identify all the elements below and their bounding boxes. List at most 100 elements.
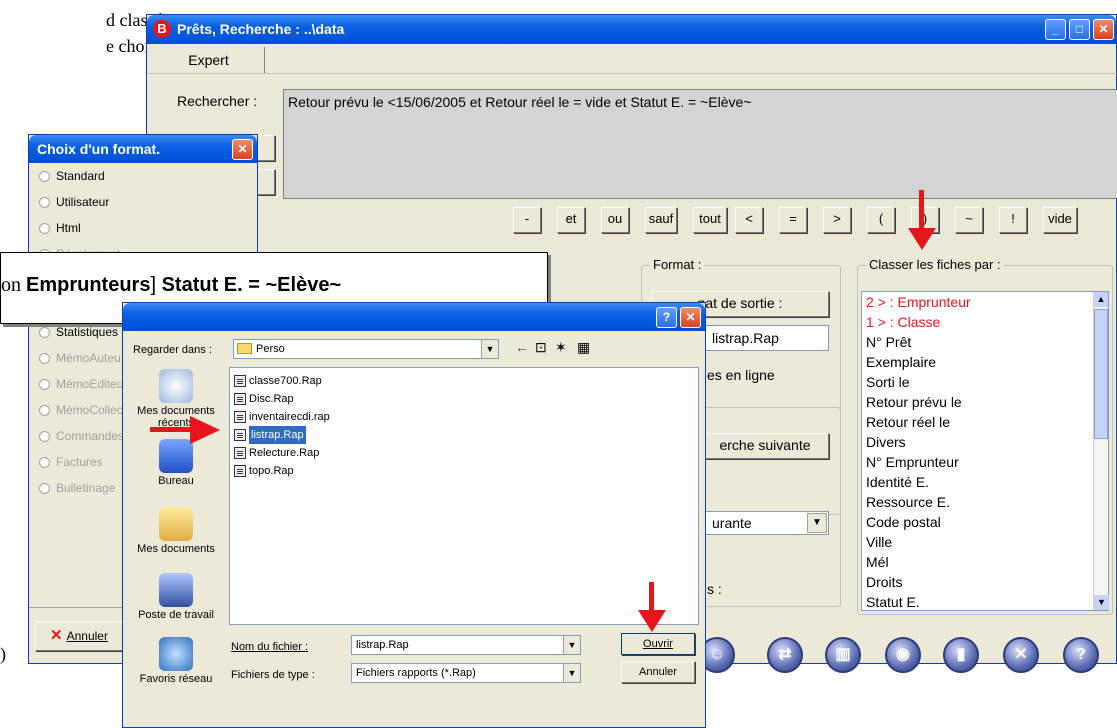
chevron-down-icon[interactable]: ▼ <box>807 513 827 533</box>
file-list[interactable]: classe700.Rap Disc.Rap inventairecdi.rap li… <box>229 367 699 625</box>
operator-button-12[interactable]: vide <box>1043 207 1077 233</box>
format-option-11[interactable]: Factures <box>39 451 103 473</box>
sort-list-item[interactable]: Exemplaire <box>862 352 1108 372</box>
format-option-8[interactable]: MémoEditeu <box>39 373 123 395</box>
file-list-item[interactable]: Disc.Rap <box>230 390 698 408</box>
operator-bar: - et ou sauf tout < = >() ~! vide <box>513 207 1117 235</box>
look-in-chevron-icon[interactable]: ▼ <box>481 340 498 358</box>
sort-scrollbar[interactable]: ▲ ▼ <box>1093 292 1109 610</box>
radio-icon[interactable] <box>39 326 50 338</box>
format-option-2[interactable]: Html <box>39 217 81 239</box>
sort-list-item[interactable]: Droits <box>862 572 1108 592</box>
operator-button-1[interactable]: et <box>557 207 585 233</box>
file-list-item[interactable]: classe700.Rap <box>230 372 698 390</box>
operator-button-2[interactable]: ou <box>601 207 629 233</box>
format-option-7[interactable]: MémoAuteu <box>39 347 121 369</box>
radio-icon[interactable] <box>39 196 50 208</box>
file-list-item[interactable]: listrap.Rap <box>230 426 698 444</box>
open-dialog-titlebar[interactable]: ? ✕ <box>123 303 705 331</box>
format-cancel-button[interactable]: ✕ Annuler <box>35 621 123 651</box>
format-option-1[interactable]: Utilisateur <box>39 191 109 213</box>
sort-list-item[interactable]: Ville <box>862 532 1108 552</box>
filetype-chevron-icon[interactable]: ▼ <box>563 664 580 682</box>
sort-list-item[interactable]: 1 > : Classe <box>862 312 1108 332</box>
sort-listbox[interactable]: 2 > : Emprunteur 1 > : Classe N° Prêt Exemp… <box>861 291 1109 611</box>
back-icon[interactable]: ← <box>515 339 529 355</box>
open-dialog-close-icon[interactable]: ✕ <box>680 307 701 328</box>
sort-list-item[interactable]: N° Prêt <box>862 332 1108 352</box>
file-list-item[interactable]: inventairecdi.rap <box>230 408 698 426</box>
radio-icon[interactable] <box>39 352 50 364</box>
scroll-thumb[interactable] <box>1094 309 1108 439</box>
look-in-select[interactable]: Perso ▼ <box>233 339 499 359</box>
format-option-label: Bulletinage <box>56 481 116 495</box>
scroll-down-icon[interactable]: ▼ <box>1094 595 1109 610</box>
view-menu-icon[interactable]: ▦ <box>577 339 590 356</box>
operator-button-5[interactable]: < <box>735 207 763 233</box>
main-window-titlebar[interactable]: B Prêts, Recherche : ..\data _ □ ✕ <box>147 15 1116 44</box>
file-list-item[interactable]: topo.Rap <box>230 462 698 480</box>
radio-icon[interactable] <box>39 222 50 234</box>
toolbar-trash-icon[interactable]: ▥ <box>825 637 861 673</box>
filename-chevron-icon[interactable]: ▼ <box>563 636 580 654</box>
operator-button-10[interactable]: ~ <box>955 207 983 233</box>
place-network[interactable]: Favoris réseau <box>133 637 219 685</box>
sort-list-item[interactable]: Code postal <box>862 512 1108 532</box>
format-option-6[interactable]: Statistiques <box>39 321 118 343</box>
sort-list-item[interactable]: Ressource E. <box>862 492 1108 512</box>
radio-icon[interactable] <box>39 482 50 494</box>
radio-icon[interactable] <box>39 378 50 390</box>
place-desktop[interactable]: Bureau <box>133 439 219 487</box>
operator-button-4[interactable]: tout <box>693 207 727 233</box>
toolbar-swap-icon[interactable]: ⇄ <box>767 637 803 673</box>
radio-icon[interactable] <box>39 430 50 442</box>
radio-icon[interactable] <box>39 404 50 416</box>
sort-list-item[interactable]: Divers <box>862 432 1108 452</box>
minimize-icon[interactable]: _ <box>1045 19 1066 40</box>
up-folder-icon[interactable]: ⊡ <box>535 339 547 356</box>
file-list-item[interactable]: Relecture.Rap <box>230 444 698 462</box>
maximize-icon[interactable]: □ <box>1069 19 1090 40</box>
format-option-0[interactable]: Standard <box>39 165 105 187</box>
close-icon[interactable]: ✕ <box>1093 19 1114 40</box>
sort-list-item[interactable]: Statut E. <box>862 592 1108 610</box>
toolbar-note-icon[interactable]: ▮ <box>943 637 979 673</box>
format-dialog-titlebar[interactable]: Choix d'un format. ✕ <box>29 135 257 163</box>
toolbar-eye-icon[interactable]: ◉ <box>885 637 921 673</box>
search-query-field[interactable]: Retour prévu le <15/06/2005 et Retour ré… <box>283 89 1117 199</box>
operator-button-6[interactable]: = <box>779 207 807 233</box>
filetype-select[interactable]: Fichiers rapports (*.Rap) ▼ <box>351 663 581 683</box>
sort-list-item[interactable]: N° Emprunteur <box>862 452 1108 472</box>
place-computer[interactable]: Poste de travail <box>133 573 219 621</box>
look-in-label: Regarder dans : <box>133 344 212 356</box>
scroll-up-icon[interactable]: ▲ <box>1094 292 1108 307</box>
sort-list-item[interactable]: Sorti le <box>862 372 1108 392</box>
format-option-10[interactable]: Commandes <box>39 425 124 447</box>
sort-list-item[interactable]: Mél <box>862 552 1108 572</box>
place-documents[interactable]: Mes documents <box>133 507 219 555</box>
new-folder-icon[interactable]: ✶ <box>555 339 567 356</box>
operator-button-7[interactable]: > <box>823 207 851 233</box>
sort-list-item[interactable]: Identité E. <box>862 472 1108 492</box>
operator-button-8[interactable]: ( <box>867 207 895 233</box>
filename-input[interactable]: listrap.Rap ▼ <box>351 635 581 655</box>
toolbar-cancel-icon[interactable]: ✕ <box>1003 637 1039 673</box>
open-cancel-button[interactable]: Annuler <box>621 661 695 683</box>
sort-list-item[interactable]: 2 > : Emprunteur <box>862 292 1108 312</box>
arrow-sort-stem <box>919 190 924 230</box>
operator-button-11[interactable]: ! <box>999 207 1027 233</box>
radio-icon[interactable] <box>39 170 50 182</box>
format-option-12[interactable]: Bulletinage <box>39 477 115 499</box>
format-option-9[interactable]: MémoCollec <box>39 399 123 421</box>
radio-icon[interactable] <box>39 456 50 468</box>
open-button[interactable]: Ouvrir <box>621 633 695 655</box>
operator-button-0[interactable]: - <box>513 207 541 233</box>
format-dialog-close-icon[interactable]: ✕ <box>232 139 253 160</box>
tab-expert[interactable]: Expert <box>153 47 265 73</box>
operator-button-3[interactable]: sauf <box>645 207 677 233</box>
sort-list-item[interactable]: Retour réel le <box>862 412 1108 432</box>
help-icon[interactable]: ? <box>656 307 677 328</box>
open-dialog: ? ✕ Regarder dans : Perso ▼ ← ⊡ ✶ ▦ Mes … <box>122 302 706 728</box>
sort-list-item[interactable]: Retour prévu le <box>862 392 1108 412</box>
toolbar-help-icon[interactable]: ? <box>1063 637 1099 673</box>
